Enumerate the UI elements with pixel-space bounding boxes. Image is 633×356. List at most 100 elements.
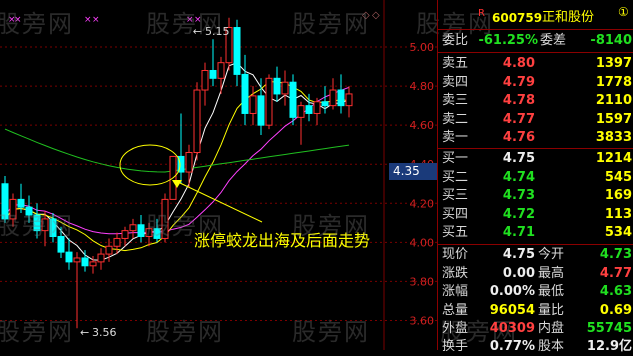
y-tick-label: 3.60 xyxy=(410,314,435,327)
marker-x: × xyxy=(92,15,100,25)
cut-row: 换手 0.77% 股本 12.9亿 xyxy=(442,339,632,354)
divider xyxy=(438,244,633,245)
watermark: 股旁网 xyxy=(292,10,370,38)
watermark: 股旁网 xyxy=(0,10,74,38)
bid-price: 4.71 xyxy=(502,225,535,241)
ask-row[interactable]: 卖五 4.80 1397 xyxy=(438,55,633,73)
watermark: 股旁网 xyxy=(146,212,224,240)
bid-row[interactable]: 买三 4.73 169 xyxy=(438,187,633,205)
flag-badge: R xyxy=(478,8,485,19)
bid-volume: 545 xyxy=(604,169,632,185)
candle-body xyxy=(201,69,209,91)
stat-value: 0.00% xyxy=(489,284,535,300)
divider xyxy=(438,148,633,149)
bid-price: 4.73 xyxy=(502,188,535,204)
watermark: 股旁网 xyxy=(0,212,74,240)
stat-value: 4.75 xyxy=(502,247,535,262)
candle-body xyxy=(97,253,105,263)
info-icon[interactable]: ① xyxy=(618,3,629,21)
candle-body xyxy=(265,77,273,126)
ask-row[interactable]: 卖一 4.76 3833 xyxy=(438,129,633,147)
candle-body xyxy=(257,95,265,126)
stat-value: 0.00 xyxy=(502,265,535,281)
bid-volume: 534 xyxy=(604,225,632,241)
candle-body xyxy=(121,230,129,239)
candle-body xyxy=(137,224,145,237)
ask-row[interactable]: 卖二 4.77 1597 xyxy=(438,111,633,129)
candle-body xyxy=(217,62,225,79)
ask-row[interactable]: 卖三 4.78 2110 xyxy=(438,92,633,110)
weicha-value: -8140 xyxy=(590,33,632,48)
stock-name[interactable]: 正和股份 xyxy=(542,9,594,27)
y-tick-label: 4.20 xyxy=(410,197,435,210)
bid-row[interactable]: 买五 4.71 534 xyxy=(438,224,633,242)
stat-row[interactable]: 总量 96054 量比 0.69 xyxy=(438,302,633,320)
candle-body xyxy=(185,152,193,173)
stat-label-2: 今开 xyxy=(538,247,565,262)
low-marker-arrow: ← xyxy=(80,326,89,339)
candle-body xyxy=(233,27,241,75)
ask-price: 4.79 xyxy=(502,74,535,90)
ask-price: 4.80 xyxy=(502,56,535,71)
stat-row[interactable]: 外盘 40309 内盘 55745 xyxy=(438,320,633,338)
bid-price: 4.72 xyxy=(502,206,535,222)
watermark: 股旁网 xyxy=(0,318,74,346)
candle-body xyxy=(305,105,313,114)
stat-row[interactable]: 涨幅 0.00% 最低 4.63 xyxy=(438,283,633,301)
ask-volume: 2110 xyxy=(595,93,632,109)
y-tick-label: 3.80 xyxy=(410,275,435,288)
ask-price: 4.76 xyxy=(502,130,535,146)
candle-body xyxy=(321,101,329,107)
bid-row[interactable]: 买二 4.74 545 xyxy=(438,169,633,187)
candle-body xyxy=(313,101,321,114)
ask-volume: 1597 xyxy=(595,111,632,127)
y-tick-label: 4.80 xyxy=(410,80,435,93)
marker-x: × xyxy=(84,15,92,25)
bid-label: 买三 xyxy=(442,188,469,204)
candle-body xyxy=(129,224,137,232)
candlestick-chart[interactable]: 5.004.804.604.404.204.003.803.60××××××5.… xyxy=(0,0,437,350)
candle-body xyxy=(81,257,89,267)
ask-row[interactable]: 卖四 4.79 1778 xyxy=(438,74,633,92)
bid-price: 4.75 xyxy=(502,151,535,166)
ask-label: 卖五 xyxy=(442,56,469,71)
candle-body xyxy=(273,77,281,95)
stat-value-2: 4.77 xyxy=(599,265,632,281)
candle-body xyxy=(289,81,297,118)
watermark: 股旁网 xyxy=(292,212,370,240)
weibi-row: 委比 -61.25% 委差 -8140 xyxy=(442,33,632,48)
stat-label: 外盘 xyxy=(442,321,469,337)
stat-label-2: 量比 xyxy=(538,302,565,318)
weibi-value: -61.25% xyxy=(478,33,538,48)
current-price-tag: 4.35 xyxy=(389,163,437,180)
candle-body xyxy=(73,257,81,263)
candle-body xyxy=(113,237,121,247)
bid-price: 4.74 xyxy=(502,169,535,185)
bid-volume: 113 xyxy=(604,206,632,222)
quote-panel: R 600759 正和股份 ① 委比 -61.25% 委差 -8140 卖五 4.… xyxy=(437,0,633,354)
candle-body xyxy=(337,89,345,107)
candle-body xyxy=(89,261,97,267)
bid-row[interactable]: 买一 4.75 1214 xyxy=(438,150,633,168)
bid-row[interactable]: 买四 4.72 113 xyxy=(438,206,633,224)
diamond-icon: ◇ xyxy=(372,10,380,21)
stock-code[interactable]: 600759 xyxy=(492,9,542,27)
bid-label: 买四 xyxy=(442,206,469,222)
candle-body xyxy=(281,81,289,95)
stat-row[interactable]: 涨跌 0.00 最高 4.77 xyxy=(438,265,633,283)
divider xyxy=(438,52,633,53)
stat-row[interactable]: 现价 4.75 今开 4.73 xyxy=(438,246,633,264)
stat-label-2: 最低 xyxy=(538,284,565,300)
ma60-line xyxy=(4,128,350,173)
candle-body xyxy=(297,105,305,118)
candle-body xyxy=(209,69,217,79)
stat-label: 现价 xyxy=(442,247,469,262)
candle-body xyxy=(249,95,257,114)
bid-label: 买一 xyxy=(442,151,469,166)
stat-label-2: 最高 xyxy=(538,265,565,281)
ask-label: 卖三 xyxy=(442,93,469,109)
bid-label: 买二 xyxy=(442,169,469,185)
divider xyxy=(438,29,633,30)
low-marker-label: 3.56 xyxy=(92,326,117,339)
candle-body xyxy=(329,89,337,107)
